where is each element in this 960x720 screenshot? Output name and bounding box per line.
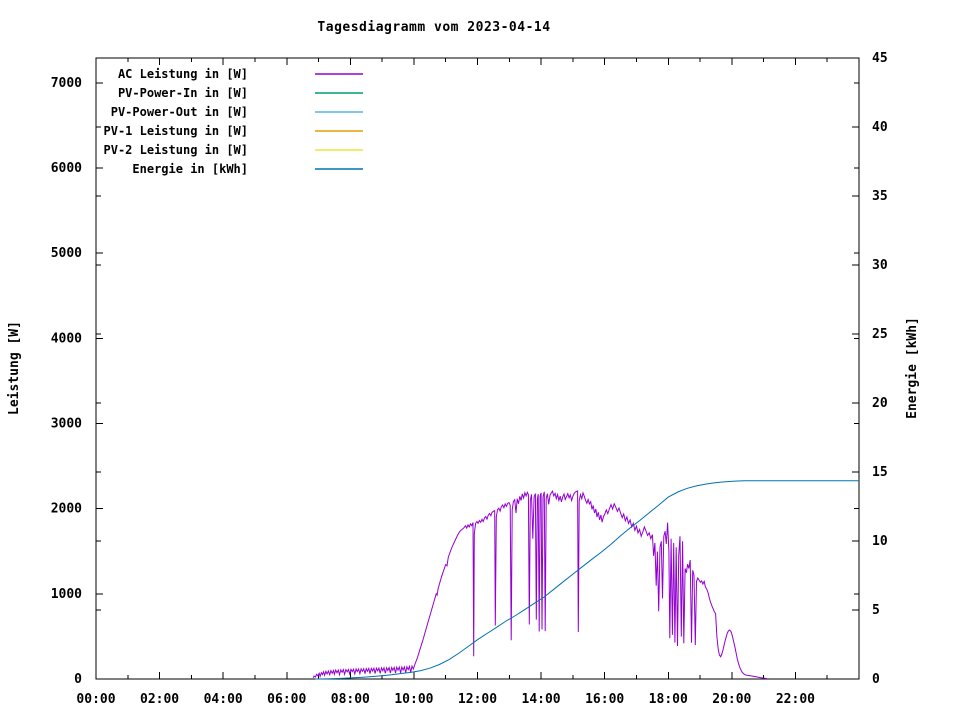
x-tick-label: 14:00 bbox=[522, 692, 561, 707]
legend: AC Leistung in [W] PV-Power-In in [W] PV-P… bbox=[104, 67, 364, 176]
legend-item: PV-Power-Out in [W] bbox=[111, 105, 363, 119]
legend-item: PV-1 Leistung in [W] bbox=[104, 124, 364, 138]
y1-tick-label: 3000 bbox=[51, 417, 82, 432]
x-tick-label: 10:00 bbox=[394, 692, 433, 707]
y1-tick-label: 2000 bbox=[51, 502, 82, 517]
legend-item: PV-Power-In in [W] bbox=[118, 86, 363, 100]
legend-item: AC Leistung in [W] bbox=[118, 67, 363, 81]
y1-tick-label: 6000 bbox=[51, 161, 82, 176]
legend-item-label: PV-Power-Out in [W] bbox=[111, 105, 248, 119]
y2-tick-label: 25 bbox=[872, 327, 888, 342]
y2-tick-label: 35 bbox=[872, 189, 888, 204]
tagesdiagramm-chart: Tagesdiagramm vom 2023-04-14 Leistung [W… bbox=[0, 0, 960, 720]
x-tick-label: 02:00 bbox=[140, 692, 179, 707]
x-tick-label: 20:00 bbox=[712, 692, 751, 707]
legend-item-label: AC Leistung in [W] bbox=[118, 67, 248, 81]
x-tick-label: 18:00 bbox=[649, 692, 688, 707]
y1-tick-label: 5000 bbox=[51, 246, 82, 261]
y1-tick-label: 4000 bbox=[51, 331, 82, 346]
y2-tick-label: 20 bbox=[872, 396, 888, 411]
y2-tick-label: 10 bbox=[872, 534, 888, 549]
legend-item: PV-2 Leistung in [W] bbox=[104, 143, 364, 157]
x-tick-label: 06:00 bbox=[267, 692, 306, 707]
x-tick-label: 12:00 bbox=[458, 692, 497, 707]
y1-tick-label: 7000 bbox=[51, 76, 82, 91]
legend-item-label: PV-Power-In in [W] bbox=[118, 86, 248, 100]
y2-tick-label: 45 bbox=[872, 51, 888, 66]
y2-tick-label: 30 bbox=[872, 258, 888, 273]
legend-item-label: PV-2 Leistung in [W] bbox=[104, 143, 249, 157]
legend-item: Energie in [kWh] bbox=[132, 162, 363, 176]
y2-tick-label: 5 bbox=[872, 603, 880, 618]
x-tick-label: 00:00 bbox=[76, 692, 115, 707]
x-tick-label: 16:00 bbox=[585, 692, 624, 707]
y2-tick-label: 0 bbox=[872, 672, 880, 687]
series-energie-in-kwh bbox=[315, 481, 859, 679]
legend-item-label: Energie in [kWh] bbox=[132, 162, 248, 176]
x-tick-label: 22:00 bbox=[776, 692, 815, 707]
y2-tick-label: 40 bbox=[872, 120, 888, 135]
y1-tick-label: 1000 bbox=[51, 587, 82, 602]
legend-item-label: PV-1 Leistung in [W] bbox=[104, 124, 249, 138]
series-ac-leistung-in-w bbox=[313, 491, 767, 679]
chart-canvas: 00:00 02:00 04:00 06:00 08:00 10:00 12:00 14:00… bbox=[0, 0, 960, 720]
x-tick-label: 08:00 bbox=[331, 692, 370, 707]
x-tick-label: 04:00 bbox=[204, 692, 243, 707]
y2-tick-label: 15 bbox=[872, 465, 888, 480]
y1-tick-label: 0 bbox=[74, 672, 82, 687]
